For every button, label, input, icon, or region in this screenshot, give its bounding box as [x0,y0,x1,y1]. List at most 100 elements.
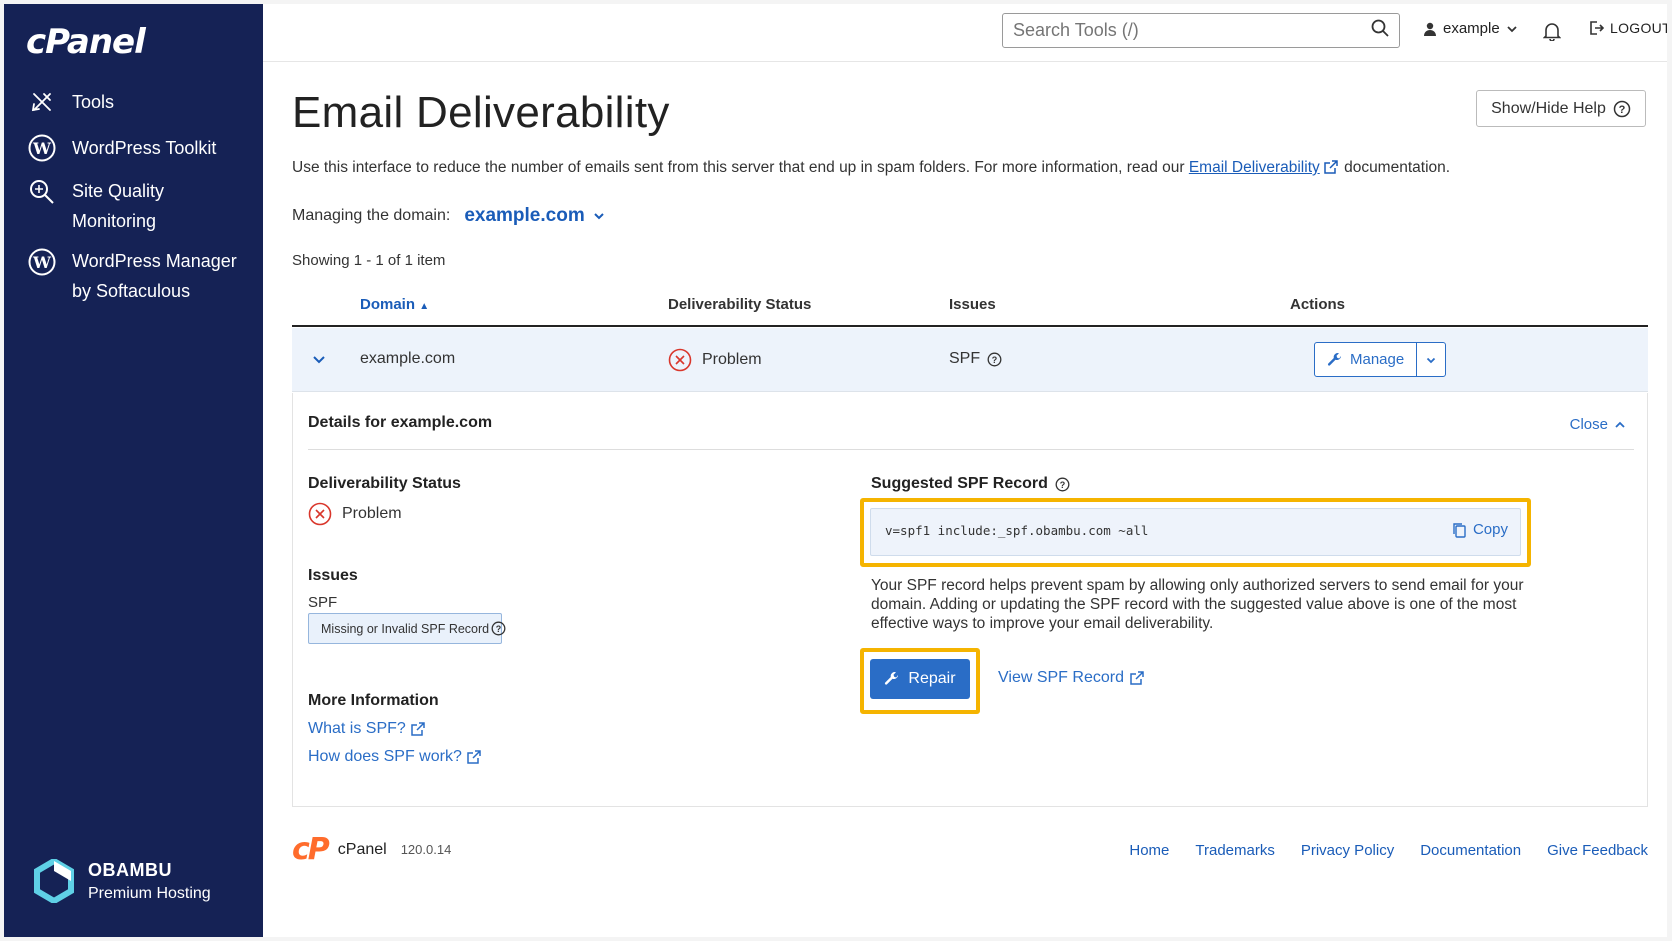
column-header-status: Deliverability Status [668,296,812,313]
help-icon[interactable]: ? [491,621,506,636]
results-count: Showing 1 - 1 of 1 item [292,252,446,269]
domain-dropdown[interactable]: example.com [464,205,604,227]
intro-text-after: documentation. [1339,159,1451,176]
sidebar-item-label: Site Quality Monitoring [72,181,165,231]
issues-heading: Issues [308,567,358,584]
help-icon[interactable]: ? [1055,477,1070,492]
brand: OBAMBU Premium Hosting [34,859,211,903]
domain-dropdown-value: example.com [464,205,585,226]
external-link-icon [467,750,481,764]
footer-link-home[interactable]: Home [1129,842,1169,859]
column-header-domain-label: Domain [360,296,416,313]
repair-label: Repair [908,670,956,687]
column-header-issues: Issues [949,296,996,313]
brand-subtitle: Premium Hosting [88,884,211,902]
sidebar-item-site-quality-monitoring[interactable]: Site Quality Monitoring [26,176,242,236]
repair-button[interactable]: Repair [870,659,970,699]
suggested-spf-heading: Suggested SPF Record ? [871,475,1070,493]
show-hide-help-button[interactable]: Show/Hide Help ? [1476,90,1646,127]
manage-button[interactable]: Manage [1315,343,1418,376]
table-header: Domain ▲ Deliverability Status Issues Ac… [292,284,1648,327]
how-does-spf-work-label: How does SPF work? [308,748,462,765]
username: example [1443,20,1500,37]
copy-label: Copy [1472,521,1508,538]
view-spf-record-label: View SPF Record [998,669,1124,686]
issue-type: SPF [308,594,338,611]
notifications-bell-icon[interactable] [1542,21,1562,46]
what-is-spf-label: What is SPF? [308,720,406,737]
tools-icon [26,86,58,118]
what-is-spf-link[interactable]: What is SPF? [308,720,425,738]
sidebar-item-label: WordPress Manager by Softaculous [72,251,237,301]
column-header-domain[interactable]: Domain ▲ [360,296,429,313]
row-issues-label: SPF [949,350,981,367]
sidebar-item-label: Tools [72,92,115,112]
sidebar-item-wordpress-manager[interactable]: W WordPress Manager by Softaculous [26,246,242,306]
svg-text:?: ? [1060,480,1066,490]
external-link-icon [1324,160,1338,174]
copy-icon [1453,522,1466,538]
search-icon[interactable] [1371,19,1389,42]
cpanel-logo[interactable]: cPanel [26,22,146,62]
view-spf-record-link[interactable]: View SPF Record [998,669,1144,687]
manage-button-label: Manage [1350,351,1405,368]
close-label: Close [1569,416,1608,433]
sort-ascending-icon: ▲ [419,301,430,312]
chevron-down-icon [1427,357,1436,363]
copy-button[interactable]: Copy [1452,521,1508,538]
external-link-icon [1130,671,1144,685]
help-icon[interactable]: ? [987,352,1002,367]
wrench-icon [1327,352,1341,366]
footer-link-privacy-policy[interactable]: Privacy Policy [1301,842,1394,859]
chevron-up-icon [1615,421,1625,428]
user-menu[interactable]: example [1423,20,1518,37]
wordpress-icon: W [26,246,58,278]
spf-record-box: v=spf1 include:_spf.obambu.com ~all Copy [870,508,1521,556]
chevron-down-icon [313,356,325,364]
svg-text:?: ? [496,624,502,634]
email-deliverability-doc-link[interactable]: Email Deliverability [1189,159,1320,176]
cpanel-footer-logo-icon[interactable]: cP [292,832,330,867]
external-link-icon [411,722,425,736]
user-icon [1424,22,1436,36]
footer-link-documentation[interactable]: Documentation [1420,842,1521,859]
magnifier-icon [26,176,58,208]
close-details-button[interactable]: Close [1570,416,1626,433]
footer: cP cPanel 120.0.14 Home Trademarks Priva… [292,824,1648,884]
wordpress-icon: W [26,132,58,164]
row-status-label: Problem [702,351,762,368]
wrench-icon [885,672,899,685]
domain-selector: Managing the domain: example.com [292,205,605,227]
manage-dropdown-toggle[interactable] [1417,343,1445,376]
row-issues: SPF ? [949,350,1002,368]
managing-label: Managing the domain: [292,207,451,224]
chevron-down-icon [1507,25,1517,32]
footer-links: Home Trademarks Privacy Policy Documenta… [1129,842,1648,859]
sidebar-item-tools[interactable]: Tools [26,86,242,118]
spf-description: Your SPF record helps prevent spam by al… [871,577,1524,632]
footer-version: 120.0.14 [400,842,452,857]
details-title: Details for example.com [308,414,493,431]
suggested-spf-heading-label: Suggested SPF Record [871,475,1048,492]
intro-text-before: Use this interface to reduce the number … [292,159,1189,176]
app-frame: cPanel Tools W WordPress Toolkit Site Qu… [4,4,1667,937]
sidebar-item-label: WordPress Toolkit [72,138,217,158]
footer-link-give-feedback[interactable]: Give Feedback [1547,842,1648,859]
svg-text:?: ? [1618,104,1625,116]
how-does-spf-work-link[interactable]: How does SPF work? [308,748,481,766]
sidebar-item-wordpress-toolkit[interactable]: W WordPress Toolkit [26,132,242,164]
search-box[interactable] [1002,13,1400,48]
svg-text:?: ? [992,355,998,365]
details-panel: Details for example.com Close Deliverabi… [292,393,1648,807]
brand-name: OBAMBU [88,859,172,880]
row-domain: example.com [360,350,456,367]
footer-link-trademarks[interactable]: Trademarks [1195,842,1274,859]
sidebar: cPanel Tools W WordPress Toolkit Site Qu… [4,4,263,937]
spf-record-value[interactable]: v=spf1 include:_spf.obambu.com ~all [885,523,1148,538]
row-collapse-toggle[interactable] [312,352,326,366]
help-button-label: Show/Hide Help [1491,99,1606,117]
logout-button[interactable]: LOGOUT [1588,20,1667,36]
deliverability-status-heading: Deliverability Status [308,475,461,492]
search-input[interactable] [1013,20,1343,41]
table-row: example.com Problem SPF ? Manage [292,328,1648,392]
